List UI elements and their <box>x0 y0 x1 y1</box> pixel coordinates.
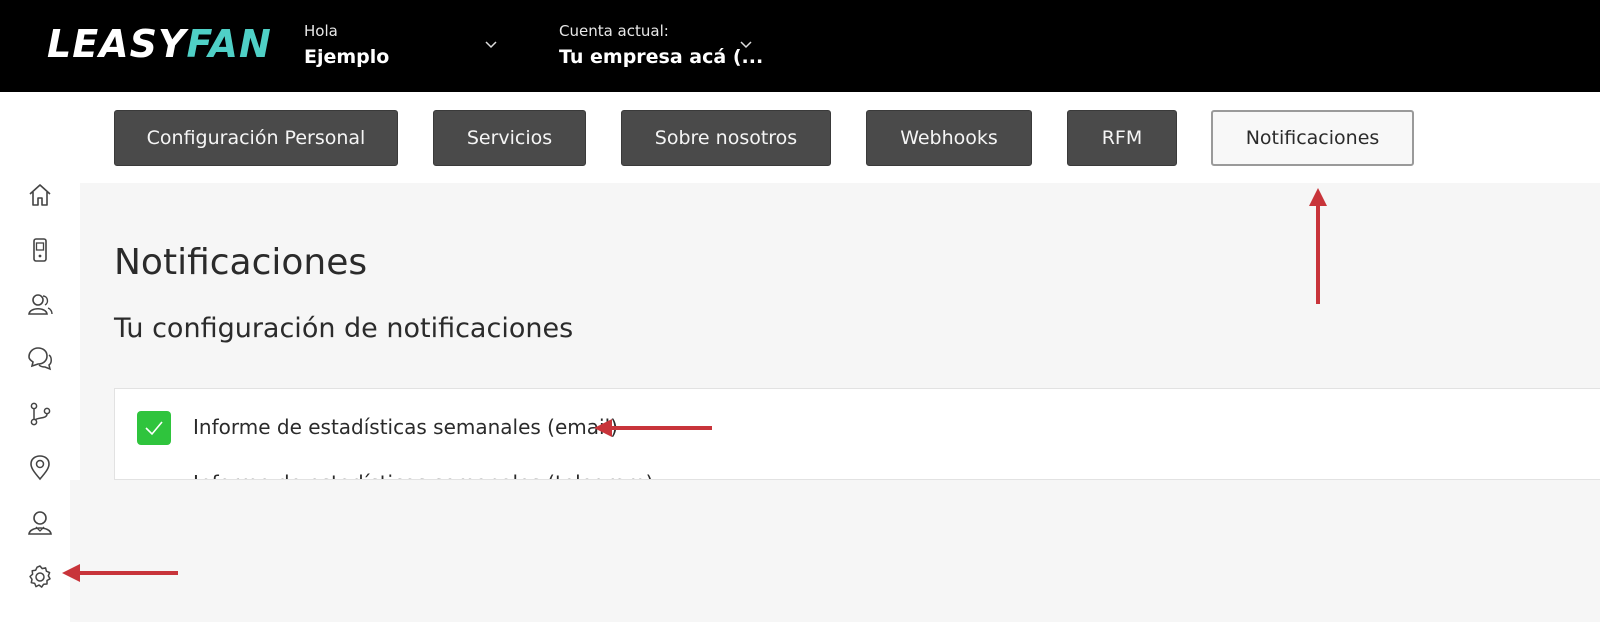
sidebar <box>0 92 80 622</box>
account-value: Tu empresa acá (... <box>559 46 764 68</box>
tab-configuracion-personal[interactable]: Configuración Personal <box>114 110 398 166</box>
logo-text-fan: FAN <box>186 22 272 66</box>
section-title: Tu configuración de notificaciones <box>114 313 574 344</box>
home-icon[interactable] <box>26 181 54 209</box>
weekly-email-checkbox[interactable] <box>137 411 171 445</box>
account-selector[interactable]: Cuenta actual: Tu empresa acá (... <box>559 22 763 68</box>
user-menu[interactable]: Hola Ejemplo <box>304 22 389 68</box>
lower-panel <box>70 480 1600 622</box>
account-label: Cuenta actual: <box>559 22 669 40</box>
chat-icon[interactable] <box>26 345 54 373</box>
user-menu-chevron-down-icon[interactable] <box>484 40 498 50</box>
annotation-arrow-left-icon <box>594 419 712 437</box>
location-icon[interactable] <box>26 454 54 482</box>
weekly-telegram-label: Informe de estadísticas semanales (teleg… <box>193 471 653 479</box>
user-icon[interactable] <box>26 509 54 537</box>
tab-servicios[interactable]: Servicios <box>433 110 586 166</box>
notification-options-card: Informe de estadísticas semanales (email… <box>114 388 1600 480</box>
greeting-label: Hola <box>304 22 338 40</box>
tab-webhooks[interactable]: Webhooks <box>866 110 1032 166</box>
settings-icon[interactable] <box>26 563 54 591</box>
annotation-arrow-up-icon <box>1309 188 1327 304</box>
logo[interactable]: LEASYFAN <box>47 22 272 66</box>
flow-icon[interactable] <box>26 400 54 428</box>
user-name: Ejemplo <box>304 46 390 68</box>
top-bar: LEASYFAN Hola Ejemplo Cuenta actual: Tu … <box>0 0 1600 92</box>
tab-rfm[interactable]: RFM <box>1067 110 1177 166</box>
contacts-icon[interactable] <box>26 290 54 318</box>
logo-text-leasy: LEASY <box>47 22 187 66</box>
weekly-email-label: Informe de estadísticas semanales (email… <box>193 415 618 439</box>
tab-sobre-nosotros[interactable]: Sobre nosotros <box>621 110 831 166</box>
account-chevron-down-icon[interactable] <box>739 40 753 50</box>
device-icon[interactable] <box>26 236 54 264</box>
annotation-arrow-left-settings-icon <box>62 564 178 582</box>
page-title: Notificaciones <box>114 242 368 283</box>
checkmark-icon <box>145 421 163 436</box>
tab-notificaciones[interactable]: Notificaciones <box>1211 110 1414 166</box>
